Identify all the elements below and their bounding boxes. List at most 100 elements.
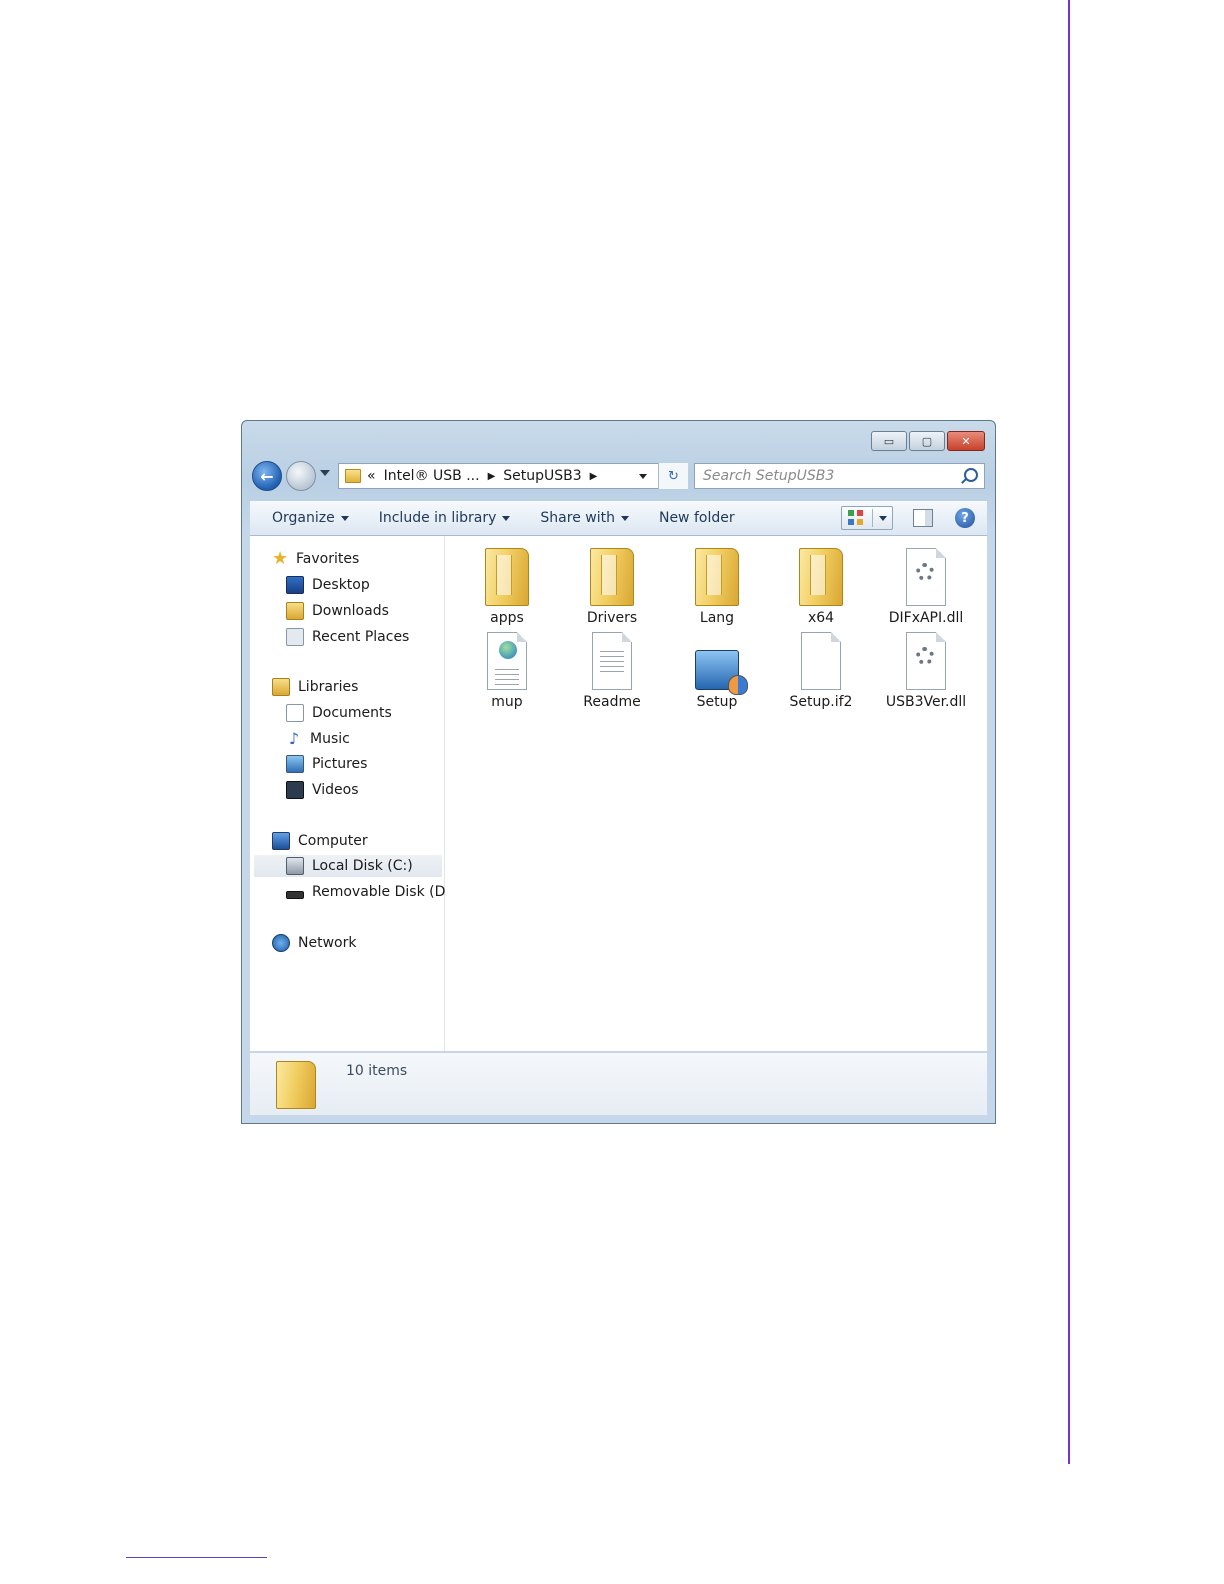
sidebar-item-videos[interactable]: Videos xyxy=(286,779,359,801)
file-item-usb3ver[interactable]: USB3Ver.dll xyxy=(876,632,976,710)
gear-icon xyxy=(916,563,934,581)
page-margin-rule xyxy=(1068,0,1070,1464)
file-name: x64 xyxy=(807,610,835,626)
file-name: DIFxAPI.dll xyxy=(888,610,964,626)
file-item-lang[interactable]: Lang xyxy=(667,548,767,626)
refresh-button[interactable]: ↻ xyxy=(658,463,688,489)
sidebar-item-label: Computer xyxy=(298,833,368,849)
file-item-apps[interactable]: apps xyxy=(457,548,557,626)
minimize-button[interactable]: ▭ xyxy=(871,431,907,451)
breadcrumb-setupusb3[interactable]: SetupUSB3 xyxy=(503,468,581,484)
file-item-x64[interactable]: x64 xyxy=(771,548,871,626)
breadcrumb-separator-icon[interactable]: ▶ xyxy=(590,471,598,482)
gear-icon xyxy=(916,647,934,665)
sidebar-item-pictures[interactable]: Pictures xyxy=(286,753,367,775)
address-bar[interactable]: « Intel® USB ... ▶ SetupUSB3 ▶ xyxy=(338,463,688,489)
recent-pages-dropdown[interactable] xyxy=(320,470,330,476)
refresh-icon: ↻ xyxy=(668,468,679,484)
include-in-library-label: Include in library xyxy=(378,510,497,526)
removable-drive-icon xyxy=(286,891,304,899)
sidebar-item-libraries[interactable]: Libraries xyxy=(272,676,358,698)
globe-icon xyxy=(499,641,517,659)
folder-icon xyxy=(590,548,634,606)
breadcrumb-intel-usb[interactable]: Intel® USB ... xyxy=(384,468,480,484)
pictures-icon xyxy=(286,755,304,773)
preview-pane-icon[interactable] xyxy=(913,509,933,527)
navigation-pane: ★ Favorites Desktop Downloads Recent Plac… xyxy=(250,536,456,1051)
blank-file-icon xyxy=(801,632,841,690)
toolbar-right: ? xyxy=(841,506,975,530)
libraries-icon xyxy=(272,678,290,696)
chevron-down-icon[interactable] xyxy=(879,515,887,521)
text-file-icon xyxy=(592,632,632,690)
address-overflow[interactable]: « xyxy=(367,468,376,484)
file-item-setup[interactable]: Setup xyxy=(667,632,767,710)
sidebar-item-recent-places[interactable]: Recent Places xyxy=(286,626,409,648)
new-folder-button[interactable]: New folder xyxy=(659,510,735,526)
sidebar-item-local-disk[interactable]: Local Disk (C:) xyxy=(254,855,442,877)
dll-icon xyxy=(906,632,946,690)
star-icon: ★ xyxy=(272,548,289,569)
maximize-button[interactable]: ▢ xyxy=(909,431,945,451)
close-button[interactable]: ✕ xyxy=(947,431,985,451)
share-with-menu[interactable]: Share with xyxy=(540,510,629,526)
sidebar-item-label: Removable Disk (D:) xyxy=(312,884,456,900)
search-input[interactable]: Search SetupUSB3 xyxy=(694,463,985,489)
folder-icon xyxy=(345,469,361,483)
chevron-down-icon xyxy=(620,515,629,521)
file-item-drivers[interactable]: Drivers xyxy=(562,548,662,626)
dll-icon xyxy=(906,548,946,606)
navigation-bar: ← « Intel® USB ... ▶ SetupUSB3 ▶ ↻ Searc… xyxy=(252,459,985,493)
sidebar-item-favorites[interactable]: ★ Favorites xyxy=(272,548,359,570)
sidebar-item-label: Recent Places xyxy=(312,629,410,645)
back-button[interactable]: ← xyxy=(252,461,282,491)
sidebar-item-label: Pictures xyxy=(312,756,368,772)
file-item-mup[interactable]: mup xyxy=(457,632,557,710)
sidebar-item-music[interactable]: ♪ Music xyxy=(286,728,350,750)
computer-icon xyxy=(272,832,290,850)
file-item-difxapi[interactable]: DIFxAPI.dll xyxy=(876,548,976,626)
folder-icon xyxy=(799,548,843,606)
sidebar-item-label: Local Disk (C:) xyxy=(312,858,413,874)
command-bar: Organize Include in library Share with N… xyxy=(250,501,987,536)
search-icon[interactable] xyxy=(964,468,978,482)
file-name: Readme xyxy=(583,694,641,710)
sidebar-item-downloads[interactable]: Downloads xyxy=(286,600,389,622)
change-view-button[interactable] xyxy=(841,506,893,530)
sidebar-item-label: Network xyxy=(298,935,357,951)
back-arrow-icon: ← xyxy=(260,466,274,486)
footer-rule xyxy=(126,1557,267,1558)
file-name: Setup xyxy=(696,694,738,710)
forward-button[interactable] xyxy=(286,461,316,491)
chevron-down-icon xyxy=(340,515,349,521)
recent-places-icon xyxy=(286,628,304,646)
item-count: 10 items xyxy=(346,1063,408,1079)
search-placeholder: Search SetupUSB3 xyxy=(703,468,835,484)
sidebar-item-desktop[interactable]: Desktop xyxy=(286,574,370,596)
sidebar-item-documents[interactable]: Documents xyxy=(286,702,392,724)
breadcrumb-separator-icon[interactable]: ▶ xyxy=(488,471,496,482)
sidebar-item-removable-disk[interactable]: Removable Disk (D:) xyxy=(286,881,456,903)
sidebar-item-network[interactable]: Network xyxy=(272,932,356,954)
file-name: Lang xyxy=(699,610,735,626)
organize-menu[interactable]: Organize xyxy=(272,510,349,526)
sidebar-item-computer[interactable]: Computer xyxy=(272,830,368,852)
folder-icon xyxy=(695,548,739,606)
help-icon[interactable]: ? xyxy=(955,508,975,528)
file-list: apps Drivers Lang x64 DIFxAPI.dll mup Re… xyxy=(445,536,987,1051)
downloads-icon xyxy=(286,602,304,620)
file-name: USB3Ver.dll xyxy=(885,694,967,710)
sidebar-item-label: Desktop xyxy=(312,577,370,593)
file-name: mup xyxy=(491,694,523,710)
network-icon xyxy=(272,934,290,952)
file-item-setup-if2[interactable]: Setup.if2 xyxy=(771,632,871,710)
setup-icon xyxy=(695,650,748,695)
share-with-label: Share with xyxy=(540,510,615,526)
window-controls: ▭ ▢ ✕ xyxy=(871,431,985,451)
xml-icon xyxy=(487,632,527,690)
desktop-icon xyxy=(286,576,304,594)
address-history-dropdown[interactable] xyxy=(639,474,647,479)
include-in-library-menu[interactable]: Include in library xyxy=(379,510,511,526)
file-item-readme[interactable]: Readme xyxy=(562,632,662,710)
hard-drive-icon xyxy=(286,857,304,875)
